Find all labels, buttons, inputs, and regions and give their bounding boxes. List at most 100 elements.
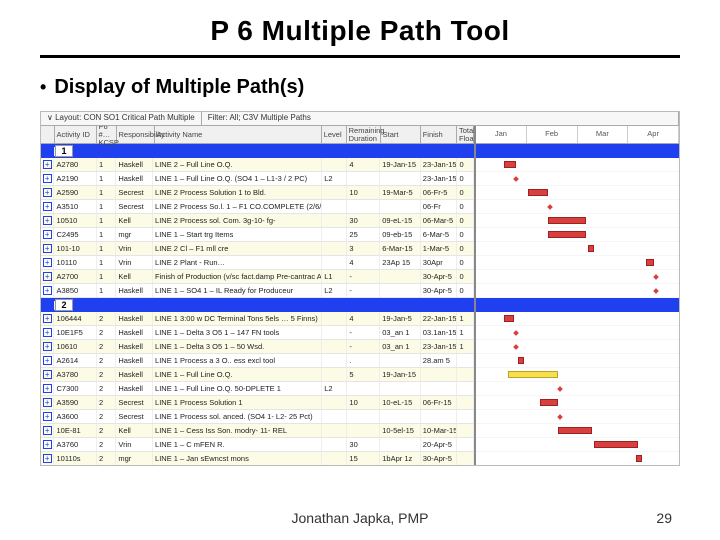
expand-icon[interactable]: + bbox=[43, 454, 52, 463]
bullet-text: Display of Multiple Path(s) bbox=[54, 76, 304, 99]
gantt-bar[interactable] bbox=[646, 259, 654, 266]
col-remaining[interactable]: Remaining Duration bbox=[347, 126, 381, 143]
col-activity-id[interactable]: Activity ID bbox=[55, 126, 97, 143]
table-row[interactable]: +A27801HaskellLINE 2 – Full Line O.Q.419… bbox=[41, 158, 474, 172]
gantt-bar[interactable] bbox=[528, 189, 548, 196]
table-row[interactable]: +A36002SecrestLINE 1 Process sol. anced.… bbox=[41, 410, 474, 424]
table-row[interactable]: +10E-812KellLINE 1 – Cess Iss Son. modry… bbox=[41, 424, 474, 438]
expand-icon[interactable]: + bbox=[43, 244, 52, 253]
gantt-bar[interactable] bbox=[636, 455, 642, 462]
expand-icon[interactable]: + bbox=[43, 356, 52, 365]
expand-icon[interactable]: + bbox=[43, 398, 52, 407]
table-row[interactable]: +C24951mgrLINE 1 – Start trg Items2509-e… bbox=[41, 228, 474, 242]
expand-icon[interactable]: + bbox=[43, 160, 52, 169]
milestone-icon bbox=[653, 288, 659, 294]
collapse-icon[interactable]: − bbox=[43, 301, 52, 310]
gantt-bar[interactable] bbox=[548, 231, 586, 238]
table-row[interactable]: +101-101VrinLINE 2 Cl – F1 mll cre36-Mar… bbox=[41, 242, 474, 256]
column-header-row: Activity ID P6 #… KCSP Responsibility Ac… bbox=[41, 126, 474, 144]
month-apr: Apr bbox=[628, 126, 679, 143]
expand-icon[interactable]: + bbox=[43, 314, 52, 323]
table-row[interactable]: +1064442HaskellLINE 1 3:00 w DC Terminal… bbox=[41, 312, 474, 326]
table-row[interactable]: +C73002HaskellLINE 1 – Full Line O.Q. 50… bbox=[41, 382, 474, 396]
expand-icon[interactable]: + bbox=[43, 286, 52, 295]
col-total-float[interactable]: Total Float bbox=[457, 126, 474, 143]
expand-icon[interactable]: + bbox=[43, 342, 52, 351]
gantt-row bbox=[476, 354, 679, 368]
bullet-dot-icon: • bbox=[40, 77, 46, 98]
expand-icon[interactable]: + bbox=[43, 440, 52, 449]
gantt-row bbox=[476, 340, 679, 354]
gantt-row bbox=[476, 312, 679, 326]
gantt-bar[interactable] bbox=[504, 315, 514, 322]
gantt-row bbox=[476, 228, 679, 242]
expand-icon[interactable]: + bbox=[43, 188, 52, 197]
milestone-icon bbox=[513, 344, 519, 350]
table-row[interactable]: +10110s2mgrLINE 1 – Jan sEwncst mons151b… bbox=[41, 452, 474, 466]
page-number: 29 bbox=[656, 510, 672, 526]
gantt-row bbox=[476, 200, 679, 214]
gantt-bar[interactable] bbox=[558, 427, 592, 434]
gantt-row bbox=[476, 410, 679, 424]
collapse-icon[interactable]: − bbox=[43, 147, 52, 156]
milestone-icon bbox=[513, 176, 519, 182]
gantt-row bbox=[476, 396, 679, 410]
gantt-row bbox=[476, 256, 679, 270]
layout-label[interactable]: ∨ Layout: CON SO1 Critical Path Multiple bbox=[41, 112, 202, 125]
gantt-timescale: Jan Feb Mar Apr bbox=[476, 126, 679, 144]
col-path[interactable]: P6 #… KCSP bbox=[97, 126, 117, 143]
table-row[interactable]: +106102HaskellLINE 1 – Delta 3 O5 1 – 50… bbox=[41, 340, 474, 354]
table-row[interactable]: +A25901SecrestLINE 2 Process Solution 1 … bbox=[41, 186, 474, 200]
group-header-gantt bbox=[476, 144, 679, 158]
gantt-row bbox=[476, 270, 679, 284]
col-responsibility[interactable]: Responsibility bbox=[117, 126, 155, 143]
month-mar: Mar bbox=[578, 126, 629, 143]
table-row[interactable]: +105101KellLINE 2 Process sol. Com. 3g-1… bbox=[41, 214, 474, 228]
expand-icon[interactable]: + bbox=[43, 426, 52, 435]
col-finish[interactable]: Finish bbox=[421, 126, 457, 143]
gantt-bar[interactable] bbox=[518, 357, 524, 364]
gantt-row bbox=[476, 326, 679, 340]
milestone-icon bbox=[653, 274, 659, 280]
table-row[interactable]: +A26142HaskellLINE 1 Process a 3 O.. ess… bbox=[41, 354, 474, 368]
expand-icon[interactable]: + bbox=[43, 202, 52, 211]
table-row[interactable]: +A27001KellFinish of Production (v/sc fa… bbox=[41, 270, 474, 284]
gantt-bar[interactable] bbox=[548, 217, 586, 224]
expand-icon[interactable]: + bbox=[43, 328, 52, 337]
bullet-row: • Display of Multiple Path(s) bbox=[40, 76, 680, 99]
gantt-row bbox=[476, 172, 679, 186]
col-level[interactable]: Level bbox=[322, 126, 347, 143]
gantt-bar[interactable] bbox=[504, 161, 516, 168]
col-activity-name[interactable]: Activity Name bbox=[155, 126, 322, 143]
milestone-icon bbox=[547, 204, 553, 210]
table-row[interactable]: +A37802HaskellLINE 1 – Full Line O.Q.519… bbox=[41, 368, 474, 382]
milestone-icon bbox=[557, 414, 563, 420]
gantt-bar[interactable] bbox=[508, 371, 558, 378]
expand-icon[interactable]: + bbox=[43, 384, 52, 393]
gantt-bar[interactable] bbox=[594, 441, 638, 448]
table-row[interactable]: +A35101SecrestLINE 2 Process So.l. 1 – F… bbox=[41, 200, 474, 214]
title-divider bbox=[40, 55, 680, 58]
table-row[interactable]: +A35902SecrestLINE 1 Process Solution 11… bbox=[41, 396, 474, 410]
month-feb: Feb bbox=[527, 126, 578, 143]
table-row[interactable]: +A37602VrinLINE 1 – C mFEN R.3020-Apr-5 bbox=[41, 438, 474, 452]
expand-icon[interactable]: + bbox=[43, 230, 52, 239]
gantt-bar[interactable] bbox=[540, 399, 558, 406]
gantt-row bbox=[476, 242, 679, 256]
table-row[interactable]: +101101VrinLINE 2 Plant - Run…423Ap 1530… bbox=[41, 256, 474, 270]
expand-icon[interactable]: + bbox=[43, 216, 52, 225]
expand-icon[interactable]: + bbox=[43, 272, 52, 281]
group-header[interactable]: −2 bbox=[41, 298, 474, 312]
gantt-row bbox=[476, 368, 679, 382]
col-start[interactable]: Start bbox=[381, 126, 421, 143]
table-row[interactable]: +A21901HaskellLINE 1 – Full Line O.Q. (S… bbox=[41, 172, 474, 186]
expand-icon[interactable]: + bbox=[43, 258, 52, 267]
gantt-screenshot: ∨ Layout: CON SO1 Critical Path Multiple… bbox=[40, 111, 680, 466]
gantt-bar[interactable] bbox=[588, 245, 594, 252]
expand-icon[interactable]: + bbox=[43, 370, 52, 379]
table-row[interactable]: +10E1F52HaskellLINE 1 – Delta 3 O5 1 – 1… bbox=[41, 326, 474, 340]
expand-icon[interactable]: + bbox=[43, 412, 52, 421]
filter-label[interactable]: Filter: All; C3V Multiple Paths bbox=[202, 112, 679, 125]
expand-icon[interactable]: + bbox=[43, 174, 52, 183]
table-row[interactable]: +A38501HaskellLINE 1 – SO4 1 – IL Ready … bbox=[41, 284, 474, 298]
